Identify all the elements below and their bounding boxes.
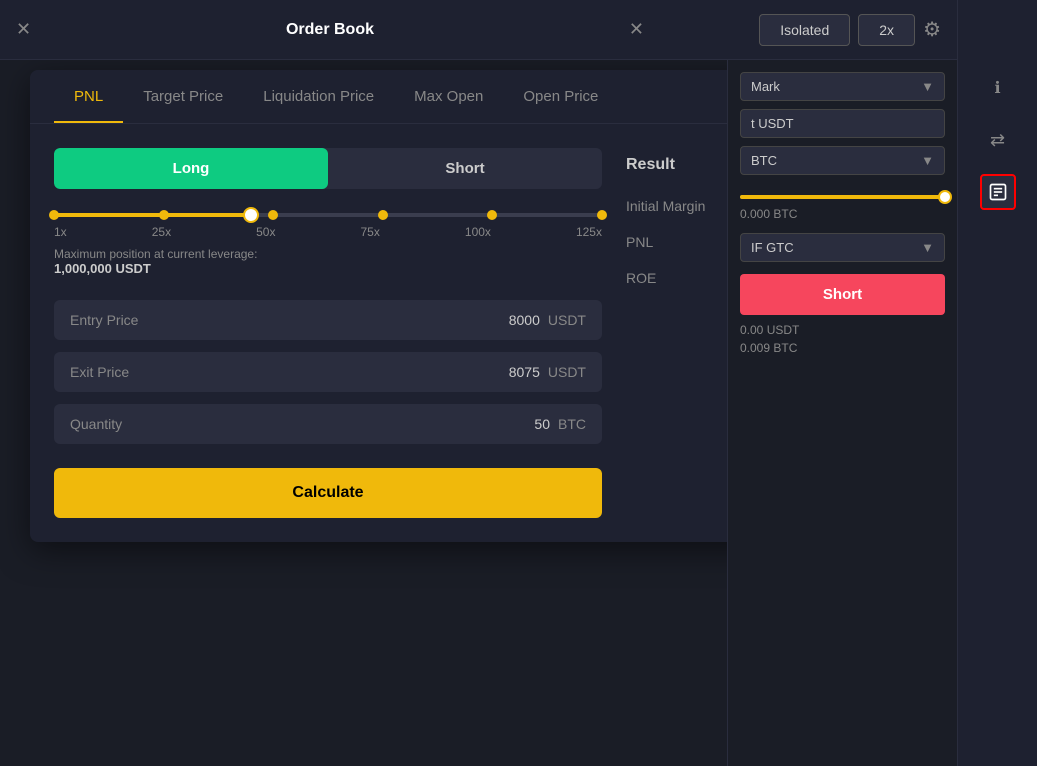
tab-open-price[interactable]: Open Price — [503, 70, 618, 123]
isolated-button[interactable]: Isolated — [759, 14, 850, 46]
slider-dot-50x — [268, 210, 278, 220]
exit-price-label: Exit Price — [70, 364, 509, 380]
tab-max-open[interactable]: Max Open — [394, 70, 503, 123]
usdt-selector[interactable]: t USDT — [740, 109, 945, 138]
orderbook-topbar: ✕ Order Book ✕ — [0, 0, 660, 60]
gtc-selector[interactable]: IF GTC ▼ — [740, 233, 945, 262]
mark-selector[interactable]: Mark ▼ — [740, 72, 945, 101]
exit-price-unit: USDT — [548, 364, 586, 380]
calculator-icon[interactable] — [980, 174, 1016, 210]
slider-dot-100x — [487, 210, 497, 220]
tab-liquidation-price[interactable]: Liquidation Price — [243, 70, 394, 123]
slider-dot-25x — [159, 210, 169, 220]
right-trading-panel: Mark ▼ t USDT BTC ▼ 0.000 BTC IF GTC ▼ S… — [727, 60, 957, 766]
leverage-label-100x: 100x — [465, 225, 491, 239]
leverage-label-1x: 1x — [54, 225, 67, 239]
right-sidebar: ℹ ⇄ — [957, 0, 1037, 766]
slider-dot-125x — [597, 210, 607, 220]
roe-label: ROE — [626, 270, 656, 286]
pnl-label: PNL — [626, 234, 653, 250]
entry-price-label: Entry Price — [70, 312, 509, 328]
settings-button[interactable]: ⚙ — [923, 17, 941, 42]
max-position-value: 1,000,000 USDT — [54, 261, 602, 276]
amount-slider-container: 0.000 BTC — [740, 183, 945, 225]
orderbook-close-left-button[interactable]: ✕ — [16, 19, 31, 40]
leverage-section: 1x 25x 50x 75x 100x 125x Maximum positio… — [54, 213, 602, 276]
tab-target-price[interactable]: Target Price — [123, 70, 243, 123]
slider-thumb[interactable] — [243, 207, 259, 223]
slider-track — [54, 213, 602, 217]
amount-btc: 0.009 BTC — [740, 341, 945, 355]
leverage-label-75x: 75x — [361, 225, 380, 239]
amount-usdt: 0.00 USDT — [740, 323, 945, 337]
slider-fill — [54, 213, 251, 217]
orderbook-title: Order Book — [39, 21, 621, 39]
quantity-value: 50 — [534, 416, 550, 432]
leverage-slider-container — [54, 213, 602, 217]
exit-price-value: 8075 — [509, 364, 540, 380]
slider-labels: 1x 25x 50x 75x 100x 125x — [54, 225, 602, 239]
leverage-info: Maximum position at current leverage: 1,… — [54, 247, 602, 276]
entry-price-value: 8000 — [509, 312, 540, 328]
short-button[interactable]: Short — [740, 274, 945, 315]
slider-dot-1x — [49, 210, 59, 220]
long-button[interactable]: Long — [54, 148, 328, 189]
initial-margin-label: Initial Margin — [626, 198, 705, 214]
quantity-unit: BTC — [558, 416, 586, 432]
leverage-button[interactable]: 2x — [858, 14, 915, 46]
orderbook-close-button[interactable]: ✕ — [629, 19, 644, 40]
quantity-field[interactable]: Quantity 50 BTC — [54, 404, 602, 444]
btc-selector[interactable]: BTC ▼ — [740, 146, 945, 175]
leverage-label-50x: 50x — [256, 225, 275, 239]
leverage-label-125x: 125x — [576, 225, 602, 239]
info-icon[interactable]: ℹ — [980, 70, 1016, 106]
bottom-amounts: 0.00 USDT 0.009 BTC — [740, 323, 945, 355]
swap-icon[interactable]: ⇄ — [980, 122, 1016, 158]
slider-dot-75x — [378, 210, 388, 220]
exit-price-field[interactable]: Exit Price 8075 USDT — [54, 352, 602, 392]
quantity-label: Quantity — [70, 416, 534, 432]
calculator-left-panel: Long Short — [54, 148, 602, 518]
long-short-toggle: Long Short — [54, 148, 602, 189]
short-toggle-button[interactable]: Short — [328, 148, 602, 189]
entry-price-unit: USDT — [548, 312, 586, 328]
entry-price-field[interactable]: Entry Price 8000 USDT — [54, 300, 602, 340]
top-controls: Isolated 2x ⚙ — [660, 0, 957, 60]
slider-value: 0.000 BTC — [740, 207, 945, 221]
tab-pnl[interactable]: PNL — [54, 70, 123, 123]
leverage-label-25x: 25x — [152, 225, 171, 239]
calculate-button[interactable]: Calculate — [54, 468, 602, 518]
